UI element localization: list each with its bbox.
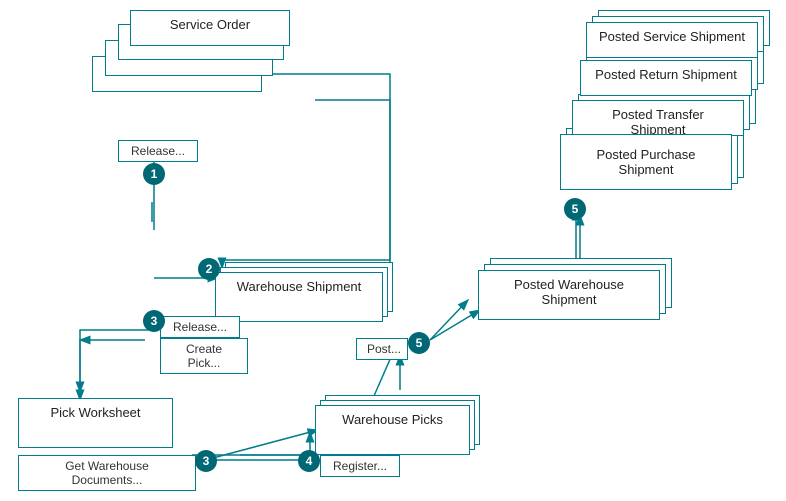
posted-service-shipment-box: Posted Service Shipment — [586, 22, 758, 58]
posted-purchase-shipment-box: Posted Purchase Shipment — [560, 134, 732, 190]
release-button-3[interactable]: Release... — [160, 316, 240, 338]
create-pick-button[interactable]: Create Pick... — [160, 338, 248, 374]
post-button[interactable]: Post... — [356, 338, 408, 360]
release-button-1[interactable]: Release... — [118, 140, 198, 162]
badge-4: 4 — [298, 450, 320, 472]
get-warehouse-button[interactable]: Get Warehouse Documents... — [18, 455, 196, 491]
posted-return-shipment-box: Posted Return Shipment — [580, 60, 752, 96]
posted-warehouse-shipment-box: Posted Warehouse Shipment — [478, 270, 660, 320]
badge-1: 1 — [143, 163, 165, 185]
badge-5b: 5 — [564, 198, 586, 220]
pick-worksheet-box: Pick Worksheet — [18, 398, 173, 448]
register-button[interactable]: Register... — [320, 455, 400, 477]
badge-3a: 3 — [143, 310, 165, 332]
warehouse-shipment-box: Warehouse Shipment — [215, 272, 383, 322]
badge-2: 2 — [198, 258, 220, 280]
service-order-box: Service Order — [130, 10, 290, 46]
badge-5a: 5 — [408, 332, 430, 354]
warehouse-picks-box: Warehouse Picks — [315, 405, 470, 455]
posted-transfer-shipment-box: Posted Transfer Shipment — [572, 100, 744, 136]
badge-3b: 3 — [195, 450, 217, 472]
diagram: Service Order Purchase Return Order Tran… — [0, 0, 786, 501]
